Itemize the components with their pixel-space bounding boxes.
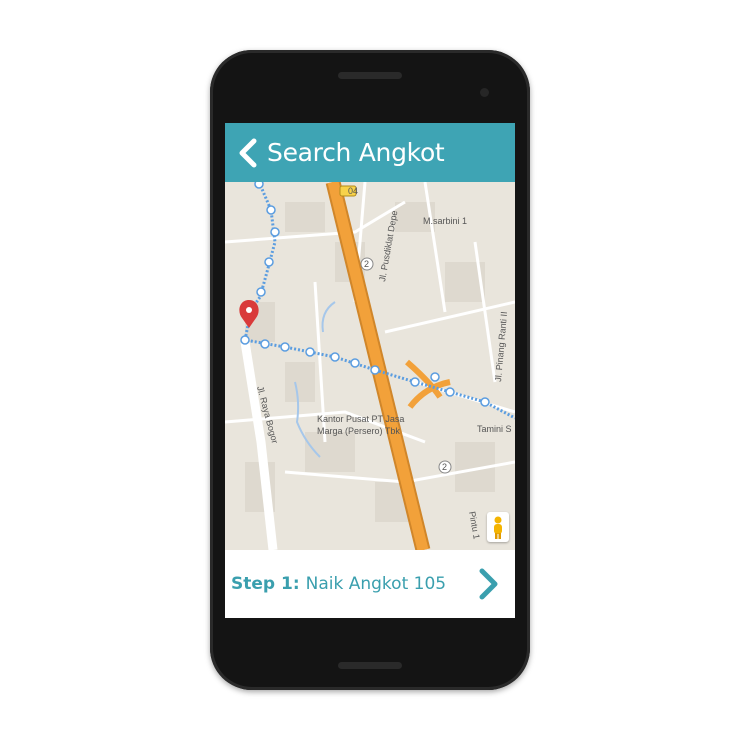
page-title: Search Angkot [267,138,445,167]
step-label: Step 1: [231,574,300,594]
step-bar[interactable]: Step 1: Naik Angkot 105 [225,550,515,618]
map-label-sarbini: M.sarbini 1 [423,216,467,226]
app-bar: Search Angkot [225,123,515,182]
map-label-pusdiklat: Jl. Pusdiklat Depe [377,210,399,283]
map-label-route-badge-2: 2 [442,462,447,472]
route-map[interactable]: 04 2 2 M.sarbini 1 Jl. Pusdiklat Depe Jl… [225,182,515,550]
map-label-poi-line1: Kantor Pusat PT Jasa [317,414,404,424]
pegman-icon[interactable] [487,512,509,542]
map-label-road-code: 04 [348,186,358,196]
chevron-right-icon[interactable] [477,567,501,601]
step-instruction: Naik Angkot 105 [305,574,447,594]
front-camera [480,88,489,97]
phone-frame: Search Angkot 04 2 2 M.sarbini 1 Jl. Pus… [210,50,530,690]
earpiece-speaker [338,72,402,79]
map-label-tamini: Tamini S [477,424,512,434]
chevron-left-icon[interactable] [237,138,259,168]
map-label-route-badge-1: 2 [364,259,369,269]
map-label-pinang-ranti: Jl. Pinang Ranti II [493,311,509,382]
app-screen: Search Angkot 04 2 2 M.sarbini 1 Jl. Pus… [225,123,515,618]
map-label-poi-line2: Marga (Persero) Tbk [317,426,400,436]
map-label-pintu: Pintu 1 [467,511,482,540]
bottom-speaker [338,662,402,669]
